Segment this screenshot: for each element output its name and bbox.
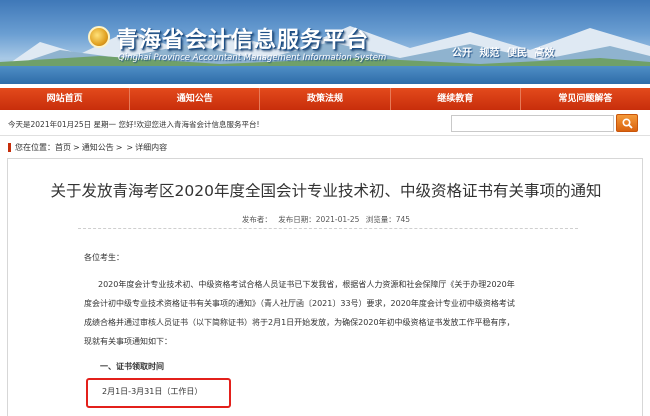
nav-item-home[interactable]: 网站首页 — [0, 88, 131, 110]
title-divider — [78, 228, 578, 229]
article-publisher: 发布者： — [241, 215, 272, 224]
article-date: 发布日期：2021-01-25 — [278, 215, 360, 224]
section-heading: 一、证书领取时间 — [100, 362, 164, 371]
article-panel: 关于发放青海考区2020年度全国会计专业技术初、中级资格证书有关事项的通知 发布… — [7, 158, 643, 416]
article-body: 2020年度会计专业技术初、中级资格考试合格人员证书已下发我省，根据省人力资源和… — [84, 275, 515, 351]
site-slogan: 公开 规范 便民 高效 — [452, 48, 555, 59]
article-body-line: 现就有关事项通知如下： — [84, 337, 172, 346]
search-button[interactable] — [616, 114, 638, 132]
breadcrumb-notices-link[interactable]: 通知公告 — [82, 142, 114, 153]
breadcrumb-separator: > — [115, 143, 123, 152]
article-greeting: 各位考生： — [84, 253, 124, 262]
site-subtitle: Qinghai Province Accountant Management I… — [118, 53, 387, 63]
article-meta: 发布者： 发布日期：2021-01-25 浏览量：745 — [8, 214, 644, 225]
info-bar: 今天是2021年01月25日 星期一 您好!欢迎您进入青海省会计信息服务平台! — [0, 112, 650, 136]
breadcrumb-separator: > — [73, 143, 80, 152]
breadcrumb-current: 详细内容 — [135, 143, 168, 152]
article-title: 关于发放青海考区2020年度全国会计专业技术初、中级资格证书有关事项的通知 — [50, 182, 602, 200]
breadcrumb-marker-icon — [8, 143, 11, 152]
search-icon — [622, 118, 633, 129]
collection-date-range: 2月1日-3月31日（工作日） — [102, 387, 203, 396]
nav-item-faq[interactable]: 常见问题解答 — [521, 88, 650, 110]
site-title: 青海省会计信息服务平台 — [116, 28, 370, 53]
search-input[interactable] — [451, 115, 614, 132]
main-nav: 网站首页 通知公告 政策法规 继续教育 常见问题解答 — [0, 88, 650, 110]
breadcrumb-separator: > — [126, 143, 134, 152]
nav-item-policies[interactable]: 政策法规 — [260, 88, 391, 110]
breadcrumb-home-link[interactable]: 首页 — [55, 142, 71, 153]
site-banner: 青海省会计信息服务平台 Qinghai Province Accountant … — [0, 0, 650, 84]
article-body-line: 度会计初中级专业技术资格证书有关事项的通知》（青人社厅函〔2021〕33号）要求… — [84, 299, 515, 308]
nav-item-notices[interactable]: 通知公告 — [130, 88, 261, 110]
article-body-line: 成绩合格并通过审核人员证书（以下简称证书）将于2月1日开始发放，为确保2020年… — [84, 318, 515, 327]
article-views: 浏览量：745 — [365, 215, 411, 224]
date-welcome-text: 今天是2021年01月25日 星期一 您好!欢迎您进入青海省会计信息服务平台! — [8, 120, 260, 129]
highlight-box: 2月1日-3月31日（工作日） — [86, 378, 231, 408]
lake-scenery — [0, 66, 650, 84]
breadcrumb: 您在位置： 首页 > 通知公告 > > 详细内容 — [8, 142, 167, 153]
site-logo-icon — [88, 26, 110, 48]
nav-item-education[interactable]: 继续教育 — [391, 88, 521, 110]
article-body-line: 2020年度会计专业技术初、中级资格考试合格人员证书已下发我省，根据省人力资源和… — [98, 280, 515, 289]
breadcrumb-prefix: 您在位置： — [15, 143, 55, 152]
